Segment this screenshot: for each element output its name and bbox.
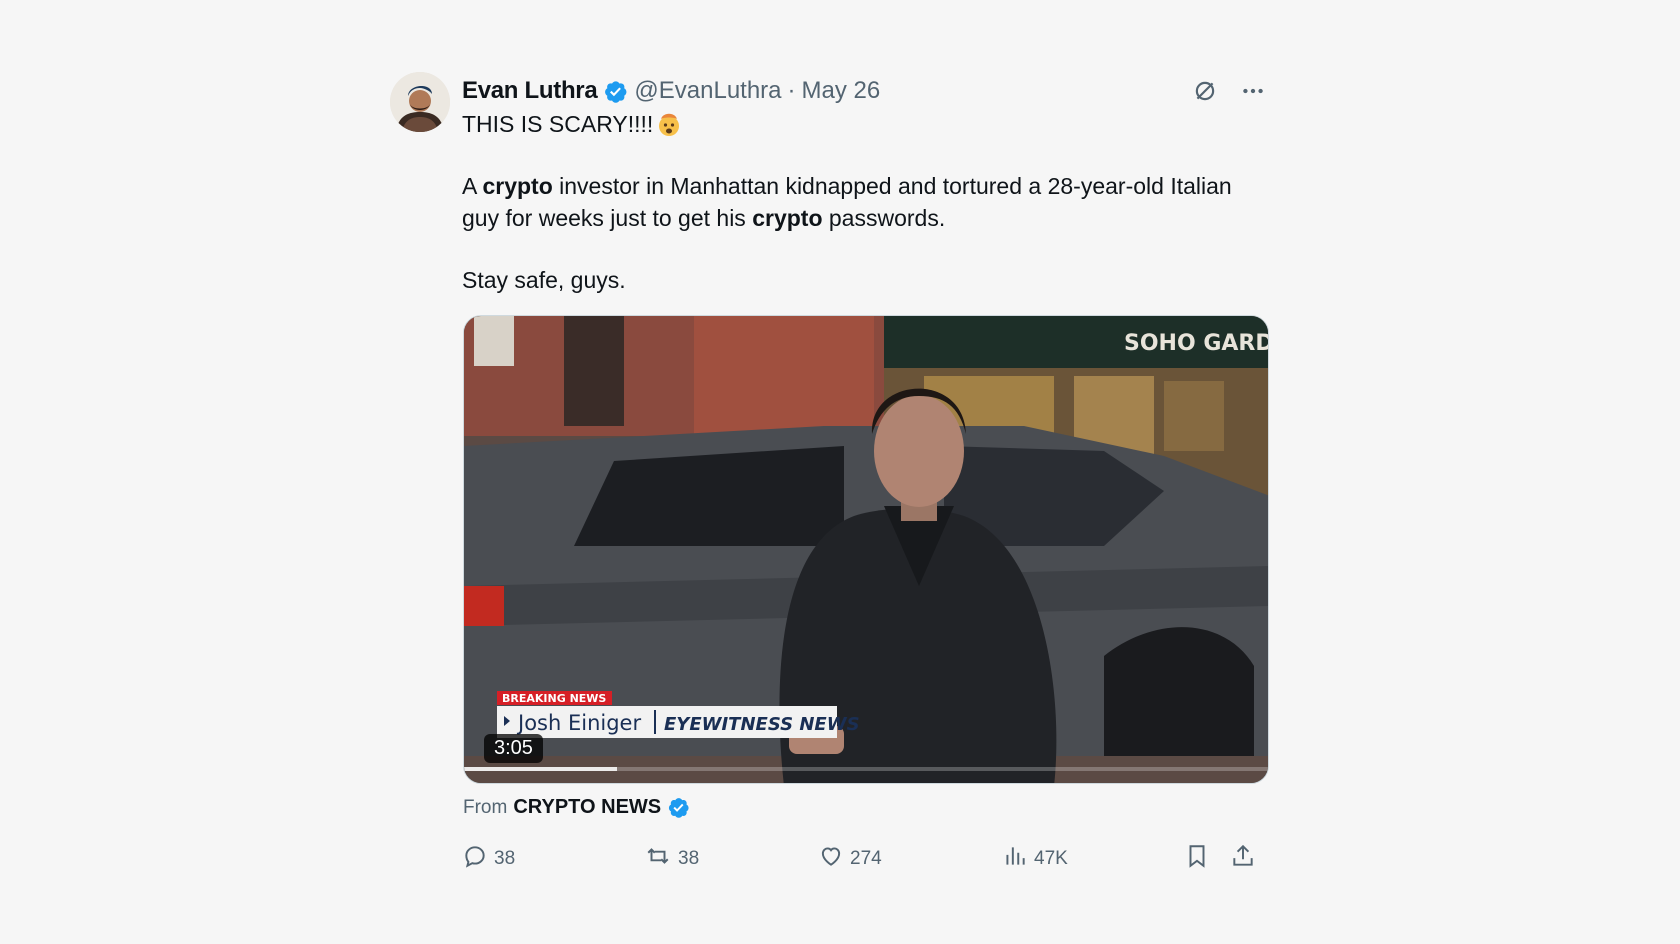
author-name[interactable]: Evan Luthra bbox=[462, 77, 598, 105]
header-actions bbox=[1188, 74, 1270, 108]
video-frame: SOHO GARDE BREAKING NEWS Jo bbox=[464, 316, 1269, 783]
reply-count: 38 bbox=[494, 848, 516, 869]
tweet-card[interactable]: Evan Luthra @EvanLuthra · May 26 THIS IS… bbox=[390, 70, 1270, 880]
avatar[interactable] bbox=[390, 72, 450, 132]
verified-badge-icon bbox=[603, 79, 628, 104]
separator-dot: · bbox=[787, 77, 796, 104]
retweet-count: 38 bbox=[678, 848, 700, 869]
source-name[interactable]: CRYPTO NEWS bbox=[513, 796, 661, 819]
video-player[interactable]: SOHO GARDE BREAKING NEWS Jo bbox=[463, 315, 1269, 784]
heart-icon bbox=[818, 843, 844, 875]
like-button[interactable]: 274 bbox=[818, 843, 882, 875]
video-duration: 3:05 bbox=[484, 734, 543, 763]
hashtag-crypto-2[interactable]: crypto bbox=[752, 205, 822, 231]
share-icon bbox=[1230, 843, 1256, 875]
like-count: 274 bbox=[850, 848, 882, 869]
tweet-paragraph-2: A crypto investor in Manhattan kidnapped… bbox=[462, 173, 1232, 231]
more-icon[interactable] bbox=[1236, 74, 1270, 108]
reply-button[interactable]: 38 bbox=[462, 843, 515, 875]
views-icon bbox=[1002, 843, 1028, 875]
tweet-header: Evan Luthra @EvanLuthra · May 26 bbox=[462, 74, 1270, 108]
author-handle[interactable]: @EvanLuthra bbox=[634, 77, 781, 105]
views-count: 47K bbox=[1034, 848, 1068, 869]
source-prefix: From bbox=[463, 796, 508, 818]
share-button[interactable] bbox=[1230, 843, 1256, 875]
tweet-paragraph-3: Stay safe, guys. bbox=[462, 267, 626, 293]
lower-third-brand: EYEWITNESS NEWS bbox=[664, 714, 860, 735]
source-verified-badge-icon bbox=[667, 796, 690, 819]
views-button[interactable]: 47K bbox=[1002, 843, 1068, 875]
tweet-text: THIS IS SCARY!!!! A crypto investor in M… bbox=[462, 108, 1242, 296]
tweet-date[interactable]: May 26 bbox=[802, 77, 881, 105]
tweet-line-1: THIS IS SCARY!!!! bbox=[462, 108, 1242, 140]
bookmark-icon bbox=[1184, 843, 1210, 875]
hashtag-crypto[interactable]: crypto bbox=[482, 173, 552, 199]
video-source: From CRYPTO NEWS bbox=[463, 796, 696, 819]
video-progress-fill bbox=[464, 767, 617, 771]
grok-icon[interactable] bbox=[1188, 74, 1222, 108]
video-progress-bar[interactable] bbox=[464, 767, 1268, 771]
storefront-sign: SOHO GARDE bbox=[1124, 331, 1269, 356]
exploding-head-emoji-icon bbox=[655, 110, 683, 138]
breaking-news-tag: BREAKING NEWS bbox=[502, 692, 606, 705]
retweet-icon bbox=[644, 843, 672, 875]
lower-third-name: Josh Einiger bbox=[516, 711, 641, 735]
action-bar: 38 38 274 47K bbox=[462, 842, 1270, 876]
retweet-button[interactable]: 38 bbox=[644, 843, 699, 875]
reply-icon bbox=[462, 843, 488, 875]
bookmark-button[interactable] bbox=[1184, 843, 1210, 875]
